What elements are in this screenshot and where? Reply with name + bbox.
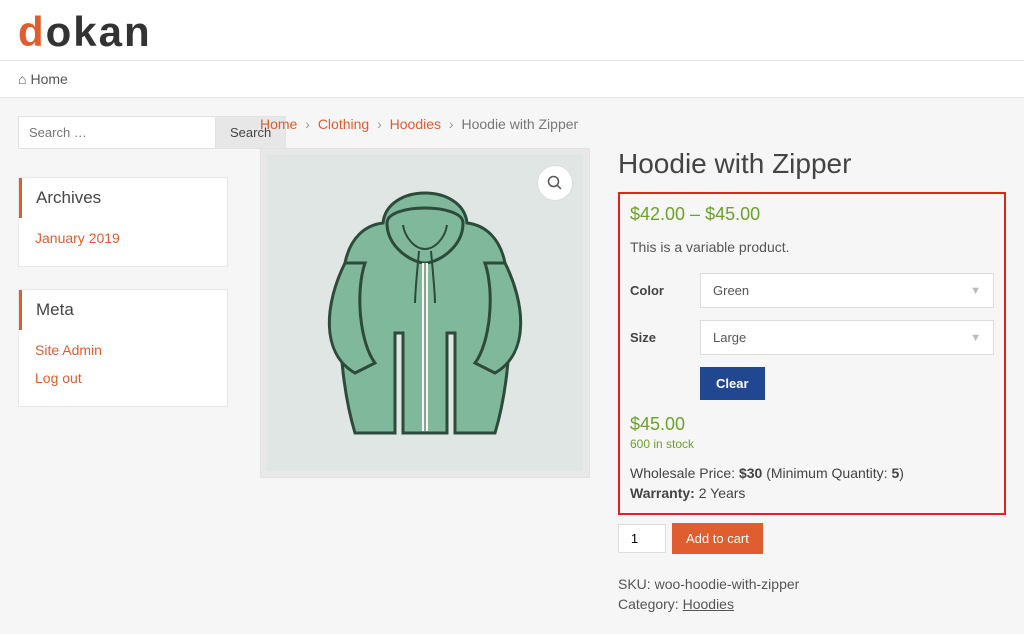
site-admin-link[interactable]: Site Admin bbox=[35, 342, 102, 358]
crumb-current: Hoodie with Zipper bbox=[461, 116, 578, 132]
category-link[interactable]: Hoodies bbox=[683, 596, 734, 612]
chevron-down-icon: ▼ bbox=[970, 285, 981, 297]
nav-home[interactable]: ⌂Home bbox=[18, 71, 68, 87]
quantity-stepper[interactable] bbox=[618, 524, 666, 553]
color-label: Color bbox=[630, 283, 700, 298]
sku-line: SKU: woo-hoodie-with-zipper bbox=[618, 576, 1006, 592]
product-gallery[interactable] bbox=[260, 148, 590, 478]
crumb-home[interactable]: Home bbox=[260, 116, 297, 132]
chevron-down-icon: ▼ bbox=[970, 332, 981, 344]
home-icon: ⌂ bbox=[18, 71, 26, 87]
meta-title: Meta bbox=[19, 290, 227, 330]
wholesale-line: Wholesale Price: $30 (Minimum Quantity: … bbox=[630, 465, 994, 481]
sidebar: Search Archives January 2019 Meta Site A… bbox=[18, 116, 228, 616]
breadcrumb: Home › Clothing › Hoodies › Hoodie with … bbox=[260, 116, 1006, 132]
logout-link[interactable]: Log out bbox=[35, 370, 82, 386]
product-summary: Hoodie with Zipper $42.00 – $45.00 This … bbox=[618, 148, 1006, 616]
archives-widget: Archives January 2019 bbox=[18, 177, 228, 267]
add-to-cart-button[interactable]: Add to cart bbox=[672, 523, 763, 554]
short-description: This is a variable product. bbox=[630, 239, 994, 255]
search-input[interactable] bbox=[18, 116, 216, 149]
hoodie-illustration bbox=[315, 183, 535, 443]
category-line: Category: Hoodies bbox=[618, 596, 1006, 612]
zoom-icon[interactable] bbox=[537, 165, 573, 201]
crumb-hoodies[interactable]: Hoodies bbox=[390, 116, 441, 132]
product-title: Hoodie with Zipper bbox=[618, 148, 1006, 180]
archive-link[interactable]: January 2019 bbox=[35, 230, 120, 246]
color-select[interactable]: Green ▼ bbox=[700, 273, 994, 308]
main-nav: ⌂Home bbox=[0, 60, 1024, 98]
highlight-box: $42.00 – $45.00 This is a variable produ… bbox=[618, 192, 1006, 515]
clear-button[interactable]: Clear bbox=[700, 367, 765, 400]
crumb-clothing[interactable]: Clothing bbox=[318, 116, 369, 132]
site-logo[interactable]: dokan bbox=[0, 0, 1024, 60]
variation-price: $45.00 bbox=[630, 414, 994, 435]
price-range: $42.00 – $45.00 bbox=[630, 204, 994, 225]
meta-widget: Meta Site Admin Log out bbox=[18, 289, 228, 407]
archives-title: Archives bbox=[19, 178, 227, 218]
warranty-line: Warranty: 2 Years bbox=[630, 485, 994, 501]
stock-status: 600 in stock bbox=[630, 437, 994, 451]
main-content: Home › Clothing › Hoodies › Hoodie with … bbox=[260, 116, 1006, 616]
size-label: Size bbox=[630, 330, 700, 345]
product-image bbox=[267, 155, 583, 471]
size-select[interactable]: Large ▼ bbox=[700, 320, 994, 355]
